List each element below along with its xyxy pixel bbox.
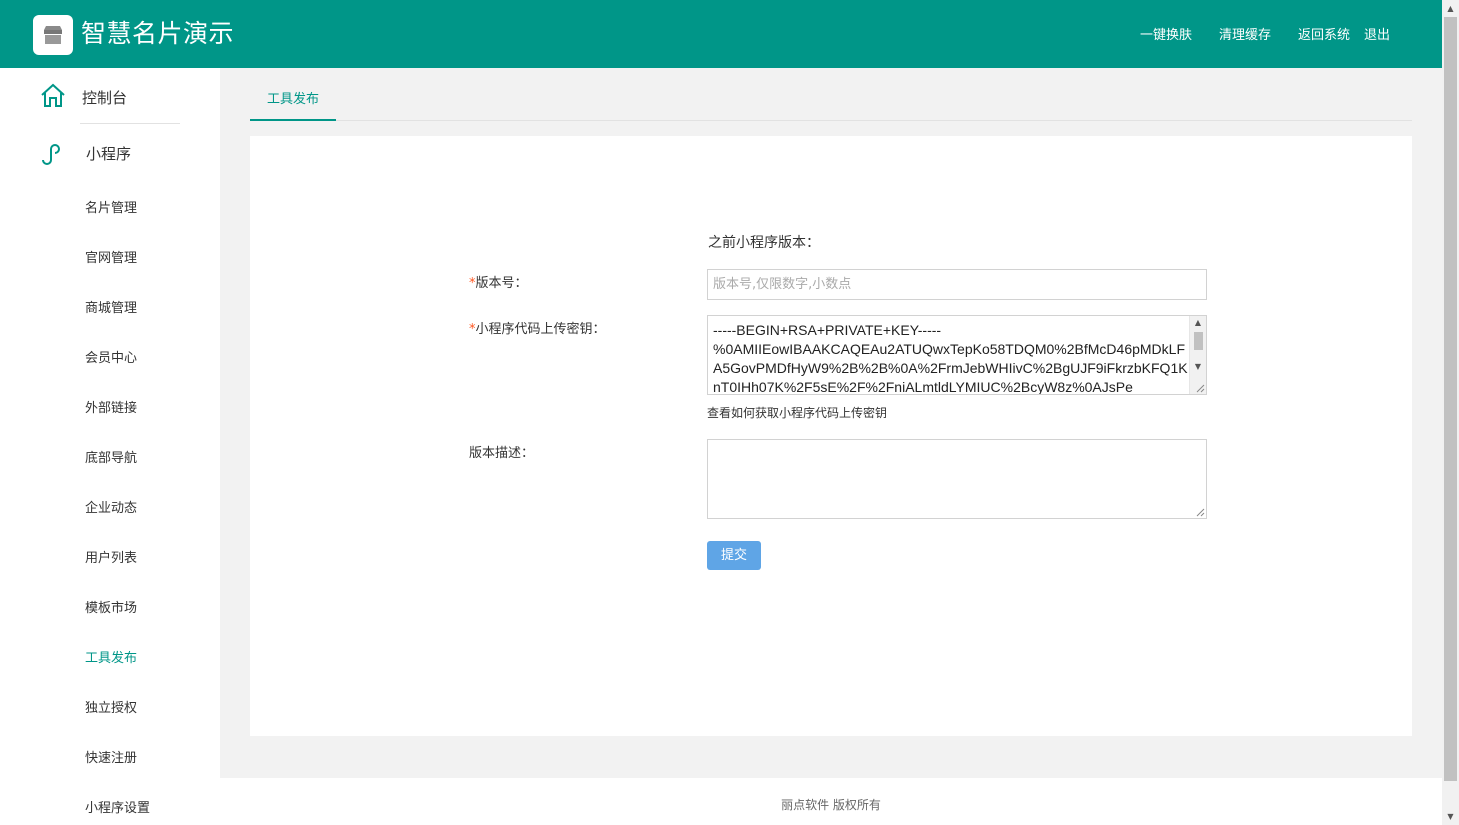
sidebar: 控制台 小程序 名片管理官网管理商城管理会员中心外部链接底部导航企业动态用户列表… [0,68,220,825]
top-header: 智慧名片演示 一键换肤 清理缓存 返回系统 退出 [0,0,1442,68]
upload-key-textarea[interactable]: -----BEGIN+RSA+PRIVATE+KEY----- %0AMIIEo… [707,315,1207,395]
miniprogram-icon [42,144,61,165]
resize-handle-icon[interactable] [1195,507,1205,517]
sidebar-console-label: 控制台 [82,89,128,107]
resize-handle-icon[interactable] [1195,383,1205,393]
top-links: 一键换肤 清理缓存 返回系统 退出 [1113,24,1390,43]
sidebar-console[interactable]: 控制台 [0,68,220,124]
previous-version-text: 之前小程序版本： [708,235,820,251]
sidebar-item[interactable]: 工具发布 [85,647,137,666]
brand-title: 智慧名片演示 [81,19,235,48]
scroll-up-arrow-icon[interactable]: ▲ [1442,0,1459,17]
tab-bar: 工具发布 [250,68,1412,121]
shop-icon [44,26,62,44]
home-icon [41,83,65,107]
sidebar-miniprogram[interactable]: 小程序 [0,125,220,181]
key-help-link[interactable]: 查看如何获取小程序代码上传密钥 [707,404,887,421]
version-label: *版本号： [469,276,528,291]
main-content: 工具发布 之前小程序版本： *版本号： *小程序代码上传密钥： -----BEG… [220,68,1442,778]
scroll-down-arrow-icon[interactable]: ▼ [1190,360,1206,374]
skin-switch-link[interactable]: 一键换肤 [1140,24,1192,43]
page-scrollbar[interactable]: ▲ ▼ [1442,0,1459,825]
scroll-down-arrow-icon[interactable]: ▼ [1442,808,1459,825]
back-to-system-link[interactable]: 返回系统 [1298,24,1350,43]
sidebar-item[interactable]: 独立授权 [85,697,137,716]
sidebar-item[interactable]: 底部导航 [85,447,137,466]
logo [33,15,73,55]
sidebar-miniprogram-label: 小程序 [86,145,132,163]
scroll-thumb[interactable] [1194,332,1203,350]
sidebar-item[interactable]: 会员中心 [85,347,137,366]
upload-key-label: *小程序代码上传密钥： [469,322,606,337]
sidebar-item[interactable]: 商城管理 [85,297,137,316]
clear-cache-link[interactable]: 清理缓存 [1219,24,1271,43]
sidebar-divider [80,123,180,124]
description-textarea[interactable] [707,439,1207,519]
sidebar-item[interactable]: 名片管理 [85,197,137,216]
description-label: 版本描述： [469,446,535,461]
footer-copyright: 丽点软件 版权所有 [220,778,1442,825]
sidebar-item[interactable]: 企业动态 [85,497,137,516]
sidebar-item[interactable]: 小程序设置 [85,797,150,816]
version-input[interactable] [707,269,1207,300]
form-panel: 之前小程序版本： *版本号： *小程序代码上传密钥： -----BEGIN+RS… [250,136,1412,736]
sidebar-item[interactable]: 用户列表 [85,547,137,566]
page-scroll-thumb[interactable] [1444,17,1457,781]
sidebar-item[interactable]: 官网管理 [85,247,137,266]
submit-button[interactable]: 提交 [707,541,761,570]
sidebar-item[interactable]: 模板市场 [85,597,137,616]
scroll-up-arrow-icon[interactable]: ▲ [1190,316,1206,330]
logout-link[interactable]: 退出 [1364,24,1390,43]
upload-key-text: -----BEGIN+RSA+PRIVATE+KEY----- %0AMIIEo… [713,322,1188,395]
sidebar-item[interactable]: 快速注册 [85,747,137,766]
sidebar-item[interactable]: 外部链接 [85,397,137,416]
tab-tool-publish[interactable]: 工具发布 [250,86,336,121]
